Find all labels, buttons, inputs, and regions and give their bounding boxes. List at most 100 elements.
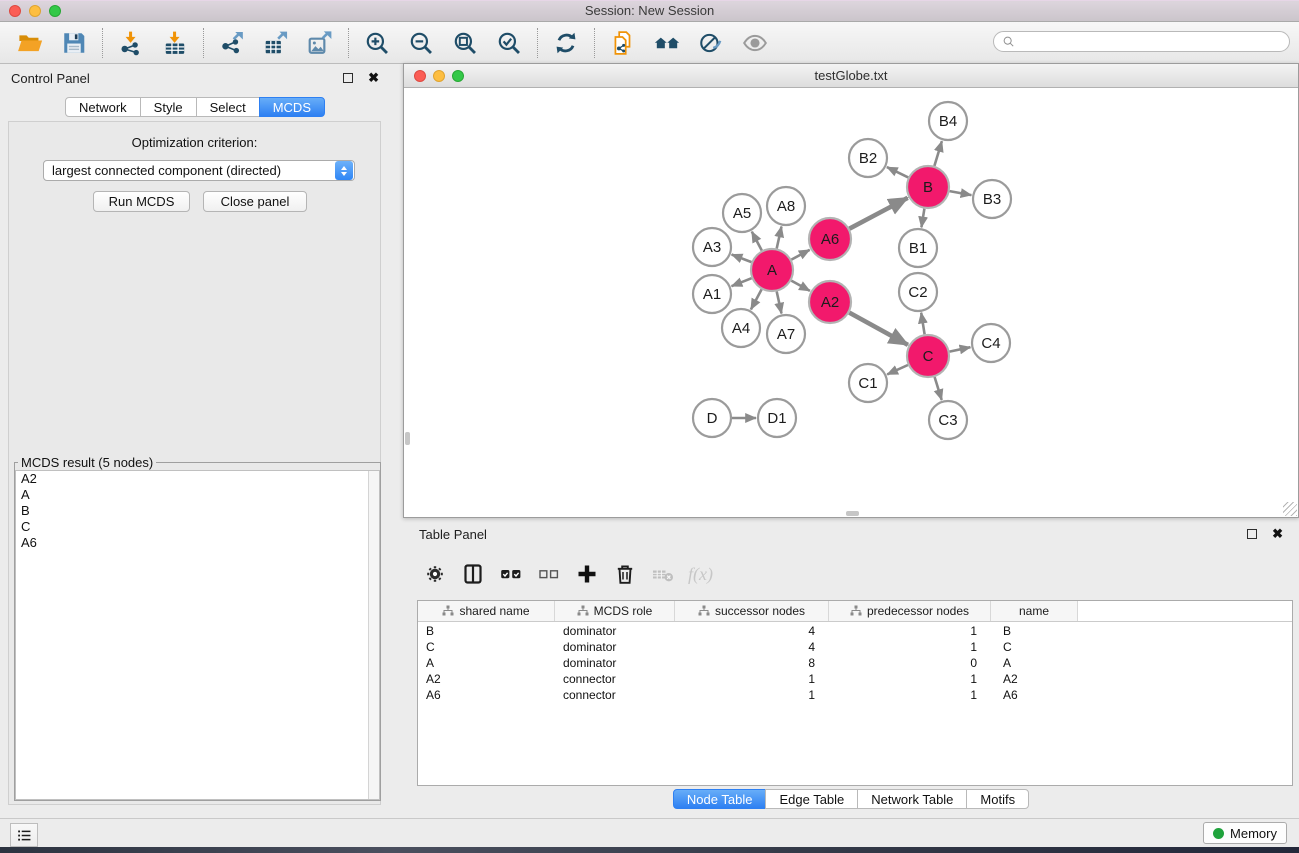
- column-header-mcds-role[interactable]: MCDS role: [555, 601, 675, 621]
- edge-C-C1[interactable]: [887, 365, 908, 374]
- table-cell[interactable]: A2: [418, 672, 555, 688]
- edge-A-A7[interactable]: [777, 292, 782, 314]
- zoom-window-button[interactable]: [49, 5, 61, 17]
- tab-select[interactable]: Select: [196, 97, 260, 117]
- export-image-button[interactable]: [298, 26, 342, 60]
- toggle-labels-button[interactable]: [689, 26, 733, 60]
- edge-B-B1[interactable]: [921, 209, 924, 228]
- tab-edge-table[interactable]: Edge Table: [765, 789, 858, 809]
- node-A2[interactable]: A2: [809, 281, 851, 323]
- table-cell[interactable]: 4: [675, 640, 829, 656]
- node-B1[interactable]: B1: [899, 229, 937, 267]
- export-table-button[interactable]: [254, 26, 298, 60]
- table-cell[interactable]: connector: [555, 688, 675, 704]
- homes-button[interactable]: [645, 26, 689, 60]
- memory-button[interactable]: Memory: [1203, 822, 1287, 844]
- plus-button[interactable]: [573, 559, 600, 589]
- float-table-panel-icon[interactable]: [1247, 529, 1257, 539]
- optimization-criterion-select[interactable]: largest connected component (directed): [43, 160, 355, 181]
- table-row[interactable]: Adominator80A: [418, 656, 1292, 672]
- table-cell[interactable]: B: [991, 624, 1078, 640]
- column-header-successor-nodes[interactable]: successor nodes: [675, 601, 829, 621]
- horizontal-scroll-thumb[interactable]: [846, 511, 859, 516]
- zoom-selected-button[interactable]: [487, 26, 531, 60]
- edge-A-A2[interactable]: [791, 281, 810, 291]
- table-cell[interactable]: 1: [829, 624, 991, 640]
- node-A7[interactable]: A7: [767, 315, 805, 353]
- node-A6[interactable]: A6: [809, 218, 851, 260]
- node-A1[interactable]: A1: [693, 275, 731, 313]
- edge-C-C2[interactable]: [921, 313, 924, 335]
- close-window-button[interactable]: [9, 5, 21, 17]
- table-cell[interactable]: 1: [829, 672, 991, 688]
- refresh-button[interactable]: [544, 26, 588, 60]
- edge-A-A3[interactable]: [732, 255, 752, 263]
- node-C4[interactable]: C4: [972, 324, 1010, 362]
- close-table-panel-icon[interactable]: ✖: [1272, 529, 1283, 539]
- table-row[interactable]: Bdominator41B: [418, 624, 1292, 640]
- edge-B-B2[interactable]: [887, 167, 908, 177]
- node-A8[interactable]: A8: [767, 187, 805, 225]
- node-D1[interactable]: D1: [758, 399, 796, 437]
- export-network-button[interactable]: [210, 26, 254, 60]
- search-box[interactable]: [993, 31, 1290, 52]
- tab-mcds[interactable]: MCDS: [259, 97, 325, 117]
- network-canvas[interactable]: B4B2BB3A5A8A6A3B1AC2A1A2A4A7C4CC1C3DD1: [404, 89, 1298, 517]
- node-B2[interactable]: B2: [849, 139, 887, 177]
- edge-A-A5[interactable]: [752, 232, 762, 251]
- import-network-button[interactable]: [109, 26, 153, 60]
- node-C[interactable]: C: [907, 335, 949, 377]
- minimize-network-window-button[interactable]: [433, 70, 445, 82]
- float-panel-icon[interactable]: [343, 73, 353, 83]
- table-cell[interactable]: dominator: [555, 624, 675, 640]
- trash-button[interactable]: [611, 559, 638, 589]
- close-panel-icon[interactable]: ✖: [368, 73, 379, 83]
- open-folder-button[interactable]: [8, 26, 52, 60]
- table-cell[interactable]: 1: [829, 640, 991, 656]
- node-B4[interactable]: B4: [929, 102, 967, 140]
- node-D[interactable]: D: [693, 399, 731, 437]
- node-A[interactable]: A: [751, 249, 793, 291]
- table-cell[interactable]: C: [418, 640, 555, 656]
- import-table-button[interactable]: [153, 26, 197, 60]
- tab-motifs[interactable]: Motifs: [966, 789, 1029, 809]
- edge-A6-B[interactable]: [849, 198, 907, 229]
- tab-network[interactable]: Network: [65, 97, 141, 117]
- close-network-window-button[interactable]: [414, 70, 426, 82]
- search-input[interactable]: [1017, 33, 1289, 50]
- table-cell[interactable]: A2: [991, 672, 1078, 688]
- column-header-predecessor-nodes[interactable]: predecessor nodes: [829, 601, 991, 621]
- mcds-result-item[interactable]: B: [16, 503, 379, 519]
- edge-A-A8[interactable]: [777, 227, 782, 249]
- mcds-result-item[interactable]: C: [16, 519, 379, 535]
- zoom-network-window-button[interactable]: [452, 70, 464, 82]
- check-pair-button[interactable]: [497, 559, 524, 589]
- table-cell[interactable]: C: [991, 640, 1078, 656]
- save-button[interactable]: [52, 26, 96, 60]
- zoom-in-button[interactable]: [355, 26, 399, 60]
- table-cell[interactable]: connector: [555, 672, 675, 688]
- node-A3[interactable]: A3: [693, 228, 731, 266]
- resize-grip-icon[interactable]: [1283, 502, 1297, 516]
- node-A5[interactable]: A5: [723, 194, 761, 232]
- mcds-result-list[interactable]: A2ABCA6: [15, 470, 380, 800]
- tab-style[interactable]: Style: [140, 97, 197, 117]
- table-cell[interactable]: 1: [829, 688, 991, 704]
- table-cell[interactable]: A: [418, 656, 555, 672]
- node-B3[interactable]: B3: [973, 180, 1011, 218]
- table-cell[interactable]: A6: [991, 688, 1078, 704]
- edge-A-A6[interactable]: [791, 250, 809, 260]
- table-cell[interactable]: B: [418, 624, 555, 640]
- node-A4[interactable]: A4: [722, 309, 760, 347]
- table-cell[interactable]: A: [991, 656, 1078, 672]
- result-list-scrollbar[interactable]: [368, 471, 379, 799]
- close-panel-button[interactable]: Close panel: [203, 191, 307, 212]
- eye-button[interactable]: [733, 26, 777, 60]
- table-row[interactable]: Cdominator41C: [418, 640, 1292, 656]
- node-C2[interactable]: C2: [899, 273, 937, 311]
- edge-A-A4[interactable]: [751, 289, 762, 309]
- tab-node-table[interactable]: Node Table: [673, 789, 767, 809]
- task-history-button[interactable]: [10, 823, 38, 847]
- uncheck-pair-button[interactable]: [535, 559, 562, 589]
- zoom-out-button[interactable]: [399, 26, 443, 60]
